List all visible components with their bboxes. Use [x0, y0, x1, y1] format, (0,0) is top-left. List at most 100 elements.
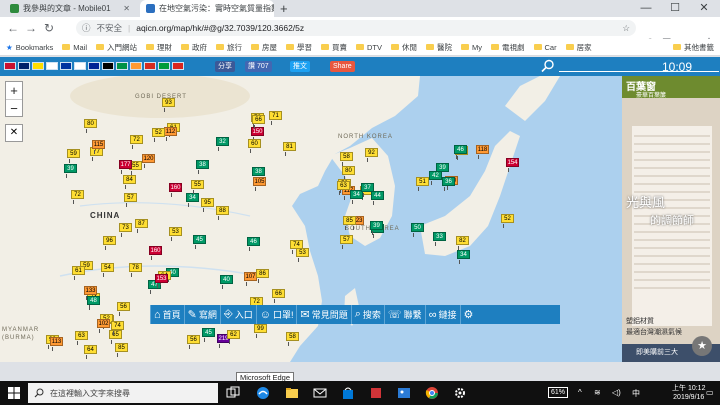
tab-aqicn[interactable]: 在地空氣污染：實時空氣質量指數 ✕: [140, 0, 274, 17]
store-icon[interactable]: [341, 386, 355, 400]
aqi-station-marker[interactable]: 85: [343, 216, 356, 230]
aqi-station-marker[interactable]: 86: [256, 269, 269, 283]
aqi-station-marker[interactable]: 177: [119, 160, 132, 174]
settings-gear-icon[interactable]: [453, 386, 467, 400]
aqi-station-marker[interactable]: 73: [119, 223, 132, 237]
aqi-station-marker[interactable]: 133: [84, 286, 97, 300]
facebook-share-button[interactable]: 分享: [215, 61, 235, 72]
bookmark-folder[interactable]: 理財: [146, 42, 172, 53]
site-search[interactable]: [541, 59, 719, 74]
aqi-station-marker[interactable]: 74: [111, 321, 124, 335]
share-button[interactable]: Share: [330, 61, 355, 72]
language-flag-icon[interactable]: [4, 62, 16, 70]
aqi-station-marker[interactable]: 55: [191, 180, 204, 194]
battery-indicator[interactable]: 61%: [548, 387, 569, 398]
language-flag-icon[interactable]: [144, 62, 156, 70]
ime-icon[interactable]: 中: [632, 388, 640, 399]
aqi-station-marker[interactable]: 56: [117, 302, 130, 316]
aqi-station-marker[interactable]: 63: [75, 331, 88, 345]
minimize-button[interactable]: —: [632, 0, 660, 17]
bottom-nav-item[interactable]: ☏ 聯繫: [383, 305, 425, 324]
aqi-station-marker[interactable]: 113: [50, 337, 63, 351]
windows-start-icon[interactable]: [8, 387, 20, 399]
aqi-station-marker[interactable]: 64: [84, 345, 97, 359]
aqi-station-marker[interactable]: 105: [253, 177, 266, 191]
bookmark-item[interactable]: ★ Bookmarks: [6, 43, 53, 52]
aqi-station-marker[interactable]: 99: [254, 324, 267, 338]
aqi-station-marker[interactable]: 87: [135, 219, 148, 233]
photos-icon[interactable]: [397, 386, 411, 400]
app-icon[interactable]: [369, 386, 383, 400]
bookmark-folder[interactable]: 休閒: [391, 42, 417, 53]
aqi-station-marker[interactable]: 52: [501, 214, 514, 228]
zoom-out-button[interactable]: −: [6, 99, 22, 116]
aqi-station-marker[interactable]: 96: [103, 236, 116, 250]
aqi-station-marker[interactable]: 78: [129, 263, 142, 277]
aqi-station-marker[interactable]: 54: [101, 263, 114, 277]
aqi-station-marker[interactable]: 56: [187, 335, 200, 349]
tweet-button[interactable]: 推文: [290, 61, 310, 72]
aqi-station-marker[interactable]: 34: [457, 250, 470, 264]
aqi-station-marker[interactable]: 62: [227, 330, 240, 344]
bookmark-folder[interactable]: DTV: [356, 43, 382, 52]
forward-arrow-icon[interactable]: →: [22, 21, 40, 35]
bookmark-folder[interactable]: 居家: [565, 42, 592, 53]
aqi-station-marker[interactable]: 112: [164, 127, 177, 141]
aqi-station-marker[interactable]: 154: [506, 158, 519, 172]
aqi-station-marker[interactable]: 38: [196, 160, 209, 174]
aqi-station-marker[interactable]: 53: [169, 227, 182, 241]
aqi-station-marker[interactable]: 65: [109, 330, 122, 344]
aqi-station-marker[interactable]: 36: [442, 177, 455, 191]
tab-close-icon[interactable]: ✕: [123, 4, 130, 13]
reload-icon[interactable]: ↻: [40, 21, 58, 35]
aqi-station-marker[interactable]: 72: [130, 135, 143, 149]
bottom-nav-item[interactable]: ✎ 寫網: [183, 305, 220, 324]
other-bookmarks[interactable]: 其他書籤: [673, 42, 714, 53]
aqi-station-marker[interactable]: 71: [269, 111, 282, 125]
language-flag-icon[interactable]: [116, 62, 128, 70]
bookmark-folder[interactable]: My: [461, 43, 482, 52]
wifi-icon[interactable]: ≋: [594, 388, 601, 397]
bookmark-folder[interactable]: 醫院: [426, 42, 452, 53]
aqi-station-marker[interactable]: 52: [152, 128, 165, 142]
aqi-station-marker[interactable]: 160: [149, 246, 162, 260]
aqi-station-marker[interactable]: 66: [272, 289, 285, 303]
bookmark-folder[interactable]: 學習: [286, 42, 312, 53]
aqi-station-marker[interactable]: 45: [193, 235, 206, 249]
language-flag-icon[interactable]: [158, 62, 170, 70]
language-flag-icon[interactable]: [74, 62, 86, 70]
back-arrow-icon[interactable]: ←: [4, 21, 22, 35]
language-flag-icon[interactable]: [172, 62, 184, 70]
aqi-station-marker[interactable]: 72: [71, 190, 84, 204]
aqi-station-marker[interactable]: 85: [115, 343, 128, 357]
language-flag-icon[interactable]: [46, 62, 58, 70]
aqi-station-marker[interactable]: 58: [340, 152, 353, 166]
task-view-icon[interactable]: [226, 386, 240, 400]
bookmark-folder[interactable]: 入門網站: [96, 42, 137, 53]
bottom-nav-item[interactable]: ✉ 常見問題: [296, 305, 350, 324]
aqi-station-marker[interactable]: 42: [429, 171, 442, 185]
aqi-station-marker[interactable]: 45: [202, 328, 215, 342]
aqi-station-marker[interactable]: 40: [220, 275, 233, 289]
aqi-station-marker[interactable]: 84: [123, 175, 136, 189]
aqi-station-marker[interactable]: 63: [337, 181, 350, 195]
aqi-station-marker[interactable]: 32: [216, 137, 229, 151]
aqi-station-marker[interactable]: 61: [72, 266, 85, 280]
zoom-in-button[interactable]: +: [6, 82, 22, 99]
aqi-station-marker[interactable]: 59: [67, 149, 80, 163]
aqi-station-marker[interactable]: 51: [416, 177, 429, 191]
aqi-station-marker[interactable]: 102: [97, 319, 110, 333]
close-window-button[interactable]: ✕: [690, 0, 718, 17]
language-flag-icon[interactable]: [60, 62, 72, 70]
language-flag-icon[interactable]: [32, 62, 44, 70]
info-icon[interactable]: ⓘ: [82, 22, 91, 34]
bookmark-folder[interactable]: Mail: [62, 43, 87, 52]
bookmark-folder[interactable]: Car: [533, 43, 557, 52]
bookmark-folder[interactable]: 旅行: [216, 42, 242, 53]
aqi-station-marker[interactable]: 44: [371, 191, 384, 205]
advertisement-banner[interactable]: 百葉窗 豪華百葉簾 光與風 的調節師 塑鋁材質 最適台灣潮濕氣候 即美購前三大 …: [622, 76, 720, 362]
aqi-station-marker[interactable]: 93: [162, 98, 175, 112]
aqi-station-marker[interactable]: 57: [124, 193, 137, 207]
aqi-station-marker[interactable]: 82: [456, 236, 469, 250]
tray-expand-icon[interactable]: ^: [578, 388, 582, 397]
